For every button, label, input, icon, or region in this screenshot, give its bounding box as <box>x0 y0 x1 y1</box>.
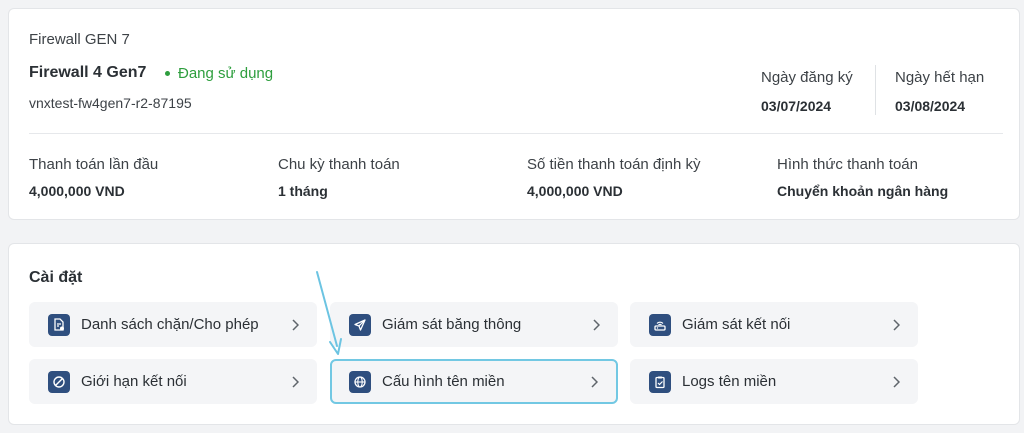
document-shield-icon <box>48 313 70 336</box>
product-name: Firewall 4 Gen7 <box>29 64 147 81</box>
registered-date-value: 03/07/2024 <box>761 98 832 114</box>
divider <box>29 133 1003 134</box>
setting-connection-monitoring[interactable]: Giám sát kết nối <box>630 302 918 347</box>
setting-label: Giới hạn kết nối <box>81 373 187 390</box>
billing-cycle: Chu kỳ thanh toán 1 tháng <box>278 156 400 199</box>
hostname: vnxtest-fw4gen7-r2-87195 <box>29 95 192 111</box>
chevron-right-icon <box>892 375 900 388</box>
setting-label: Giám sát băng thông <box>382 316 522 333</box>
setting-label: Logs tên miền <box>682 373 777 390</box>
billing-value: 1 tháng <box>278 183 328 199</box>
setting-blocklist-allowlist[interactable]: Danh sách chặn/Cho phép <box>29 302 317 347</box>
setting-bandwidth-monitoring[interactable]: Giám sát băng thông <box>330 302 618 347</box>
billing-label: Số tiền thanh toán định kỳ <box>527 156 701 173</box>
setting-label: Giám sát kết nối <box>682 316 791 333</box>
settings-card: Cài đặt Danh sách chặn/Cho phép Giám sát… <box>8 243 1020 425</box>
router-icon <box>649 313 671 336</box>
date-separator <box>875 65 876 115</box>
billing-payment-method: Hình thức thanh toán Chuyển khoản ngân h… <box>777 156 948 199</box>
billing-first-payment: Thanh toán lần đầu 4,000,000 VND <box>29 156 158 199</box>
annotation-arrow <box>316 271 342 355</box>
chevron-right-icon <box>291 375 299 388</box>
settings-title: Cài đặt <box>29 269 83 286</box>
block-icon <box>48 370 70 393</box>
registered-date-block: Ngày đăng ký 03/07/2024 <box>761 69 853 114</box>
send-icon <box>349 313 371 336</box>
chevron-right-icon <box>291 318 299 331</box>
billing-value: 4,000,000 VND <box>527 183 623 199</box>
status-badge: Đang sử dụng <box>165 65 273 82</box>
setting-domain-logs[interactable]: Logs tên miền <box>630 359 918 404</box>
billing-value: Chuyển khoản ngân hàng <box>777 183 949 199</box>
status-text: Đang sử dụng <box>178 65 274 82</box>
setting-connection-limit[interactable]: Giới hạn kết nối <box>29 359 317 404</box>
expiry-date-value: 03/08/2024 <box>895 98 966 114</box>
billing-recurring-amount: Số tiền thanh toán định kỳ 4,000,000 VND <box>527 156 700 199</box>
expiry-date-label: Ngày hết hạn <box>895 69 985 86</box>
status-dot-icon <box>165 71 170 76</box>
globe-icon <box>349 370 371 393</box>
billing-value: 4,000,000 VND <box>29 183 125 199</box>
chevron-right-icon <box>590 375 598 388</box>
clipboard-check-icon <box>649 370 671 393</box>
chevron-right-icon <box>592 318 600 331</box>
setting-domain-configuration[interactable]: Cấu hình tên miền <box>330 359 618 404</box>
expiry-date-block: Ngày hết hạn 03/08/2024 <box>895 69 984 114</box>
chevron-right-icon <box>892 318 900 331</box>
billing-label: Thanh toán lần đầu <box>29 156 159 173</box>
registered-date-label: Ngày đăng ký <box>761 69 853 86</box>
billing-label: Hình thức thanh toán <box>777 156 918 173</box>
billing-label: Chu kỳ thanh toán <box>278 156 400 173</box>
product-type: Firewall GEN 7 <box>29 31 130 48</box>
service-info-card: Firewall GEN 7 Firewall 4 Gen7 Đang sử d… <box>8 8 1020 220</box>
setting-label: Danh sách chặn/Cho phép <box>81 316 259 333</box>
setting-label: Cấu hình tên miền <box>382 373 505 390</box>
